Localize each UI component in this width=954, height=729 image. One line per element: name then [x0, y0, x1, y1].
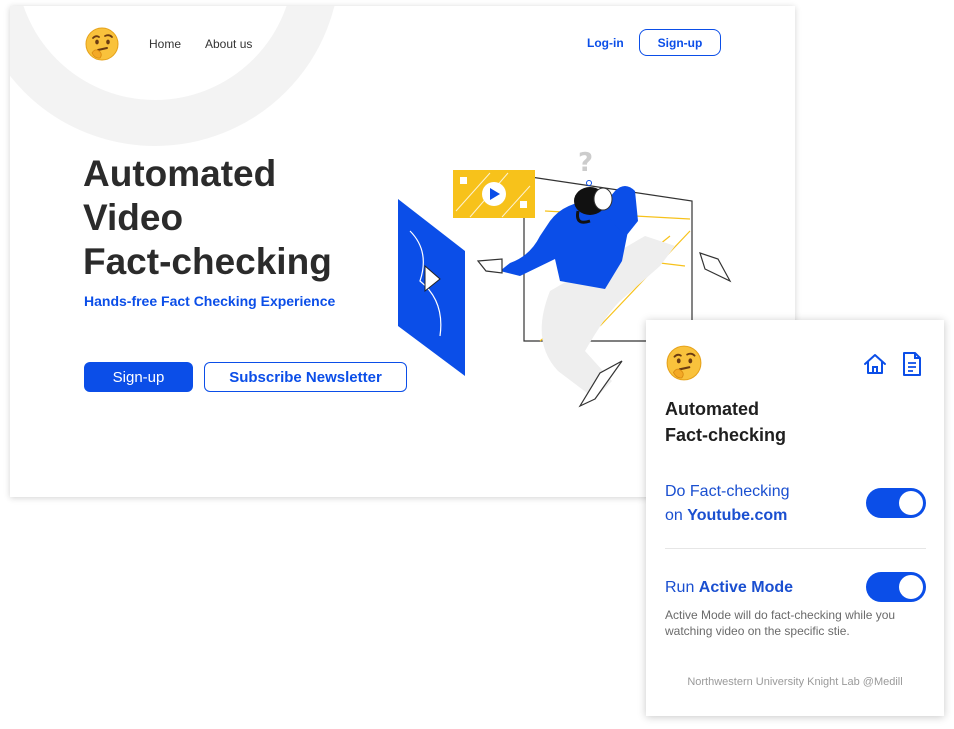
- signup-button[interactable]: Sign-up: [84, 362, 193, 392]
- active-mode-description: Active Mode will do fact-checking while …: [665, 608, 896, 638]
- site-name: Youtube.com: [687, 507, 788, 524]
- hero-subtitle: Hands-free Fact Checking Experience: [84, 293, 336, 309]
- active-mode-label: Run Active Mode: [665, 576, 793, 600]
- home-icon[interactable]: [862, 351, 888, 377]
- active-mode-name: Active Mode: [698, 579, 794, 596]
- toggle-knob: [899, 575, 923, 599]
- hero-title-line: Video: [83, 197, 184, 238]
- hero-title-line: Fact-checking: [83, 241, 332, 282]
- thinking-face-icon[interactable]: [84, 26, 120, 62]
- thinking-face-icon: [666, 345, 702, 381]
- divider: [665, 548, 926, 549]
- option-label-prefix: on: [665, 507, 688, 524]
- option-label-line: on Youtube.com: [665, 504, 790, 528]
- popup-title: Automated Fact-checking: [665, 396, 786, 448]
- popup-title-line: Fact-checking: [665, 425, 787, 445]
- document-icon[interactable]: [900, 351, 924, 377]
- hero-title-line: Automated: [83, 153, 277, 194]
- popup-footer: Northwestern University Knight Lab @Medi…: [687, 676, 903, 688]
- active-mode-toggle[interactable]: [866, 572, 926, 602]
- svg-text:?: ?: [578, 148, 593, 178]
- hero-title: Automated Video Fact-checking: [83, 152, 403, 284]
- nav-home-link[interactable]: Home: [149, 37, 181, 51]
- nav-about-link[interactable]: About us: [205, 37, 252, 51]
- login-link[interactable]: Log-in: [587, 36, 624, 50]
- option-label-prefix: Run: [665, 579, 699, 596]
- extension-popup: Automated Fact-checking Do Fact-checking…: [646, 320, 944, 716]
- nav-signup-button[interactable]: Sign-up: [639, 29, 721, 56]
- toggle-knob: [899, 491, 923, 515]
- youtube-factcheck-label: Do Fact-checking on Youtube.com: [665, 480, 790, 528]
- subscribe-newsletter-button[interactable]: Subscribe Newsletter: [204, 362, 407, 392]
- popup-title-line: Automated: [665, 399, 759, 419]
- background-arc: [10, 6, 340, 146]
- option-label-line: Do Fact-checking: [665, 483, 790, 500]
- youtube-factcheck-toggle[interactable]: [866, 488, 926, 518]
